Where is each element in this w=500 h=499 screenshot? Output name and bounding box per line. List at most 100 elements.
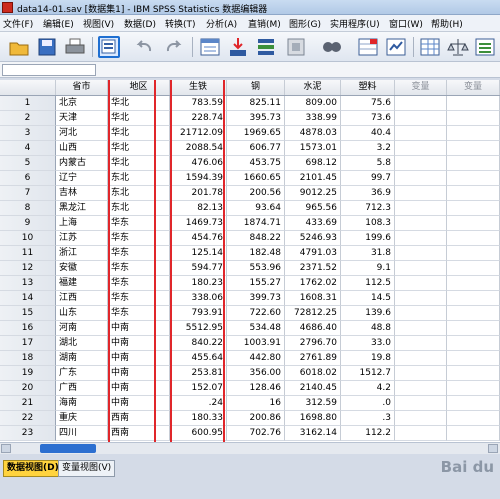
table-cell[interactable]: 华东: [108, 246, 170, 261]
table-cell[interactable]: 476.06: [170, 156, 227, 171]
table-cell[interactable]: 442.80: [227, 351, 285, 366]
table-cell[interactable]: 14.5: [341, 291, 395, 306]
empty-cell[interactable]: [395, 396, 447, 411]
row-number[interactable]: 16: [0, 321, 56, 336]
row-number[interactable]: 13: [0, 276, 56, 291]
table-cell[interactable]: 5246.93: [285, 231, 341, 246]
save-icon[interactable]: [36, 36, 58, 58]
empty-cell[interactable]: [395, 381, 447, 396]
column-header[interactable]: 省市: [56, 80, 108, 95]
table-cell[interactable]: 356.00: [227, 366, 285, 381]
menu-transform[interactable]: 转换(T): [165, 17, 196, 30]
table-cell[interactable]: 2371.52: [285, 261, 341, 276]
empty-cell[interactable]: [447, 306, 500, 321]
empty-cell[interactable]: [447, 381, 500, 396]
menu-graphs[interactable]: 图形(G): [289, 17, 321, 30]
table-cell[interactable]: 湖北: [56, 336, 108, 351]
empty-cell[interactable]: [447, 351, 500, 366]
table-cell[interactable]: 606.77: [227, 141, 285, 156]
row-number[interactable]: 14: [0, 291, 56, 306]
table-cell[interactable]: 上海: [56, 216, 108, 231]
empty-cell[interactable]: [447, 291, 500, 306]
row-number[interactable]: 21: [0, 396, 56, 411]
table-cell[interactable]: 825.11: [227, 96, 285, 111]
table-cell[interactable]: 河北: [56, 126, 108, 141]
empty-cell[interactable]: [447, 261, 500, 276]
table-cell[interactable]: 华东: [108, 306, 170, 321]
empty-cell[interactable]: [395, 201, 447, 216]
table-cell[interactable]: .24: [170, 396, 227, 411]
table-cell[interactable]: 395.73: [227, 111, 285, 126]
table-cell[interactable]: 1469.73: [170, 216, 227, 231]
table-cell[interactable]: 东北: [108, 201, 170, 216]
table-cell[interactable]: 2101.45: [285, 171, 341, 186]
table-cell[interactable]: 82.13: [170, 201, 227, 216]
table-cell[interactable]: 山东: [56, 306, 108, 321]
table-cell[interactable]: 中南: [108, 381, 170, 396]
table-cell[interactable]: 182.48: [227, 246, 285, 261]
table-cell[interactable]: .3: [341, 411, 395, 426]
undo-icon[interactable]: [134, 36, 156, 58]
table-cell[interactable]: 21712.09: [170, 126, 227, 141]
row-number[interactable]: 7: [0, 186, 56, 201]
table-cell[interactable]: 1003.91: [227, 336, 285, 351]
table-cell[interactable]: 33.0: [341, 336, 395, 351]
table-cell[interactable]: 553.96: [227, 261, 285, 276]
empty-cell[interactable]: [395, 411, 447, 426]
table-cell[interactable]: 2796.70: [285, 336, 341, 351]
empty-cell[interactable]: [447, 156, 500, 171]
empty-cell[interactable]: [447, 231, 500, 246]
row-number[interactable]: 20: [0, 381, 56, 396]
empty-cell[interactable]: [395, 291, 447, 306]
table-cell[interactable]: 湖南: [56, 351, 108, 366]
table-cell[interactable]: 中南: [108, 396, 170, 411]
row-number[interactable]: 18: [0, 351, 56, 366]
table-cell[interactable]: 6018.02: [285, 366, 341, 381]
table-cell[interactable]: 72812.25: [285, 306, 341, 321]
table-cell[interactable]: 海南: [56, 396, 108, 411]
table-cell[interactable]: 848.22: [227, 231, 285, 246]
table-cell[interactable]: 北京: [56, 96, 108, 111]
empty-cell[interactable]: [447, 396, 500, 411]
table-cell[interactable]: 3162.14: [285, 426, 341, 441]
table-cell[interactable]: 200.56: [227, 186, 285, 201]
empty-cell[interactable]: [395, 306, 447, 321]
table-cell[interactable]: 黑龙江: [56, 201, 108, 216]
find-icon[interactable]: [321, 36, 343, 58]
table-cell[interactable]: 312.59: [285, 396, 341, 411]
table-cell[interactable]: 201.78: [170, 186, 227, 201]
empty-cell[interactable]: [447, 171, 500, 186]
table-cell[interactable]: 4878.03: [285, 126, 341, 141]
table-cell[interactable]: 399.73: [227, 291, 285, 306]
table-cell[interactable]: 712.3: [341, 201, 395, 216]
row-number[interactable]: 17: [0, 336, 56, 351]
table-cell[interactable]: 108.3: [341, 216, 395, 231]
table-cell[interactable]: 中南: [108, 336, 170, 351]
table-cell[interactable]: 9012.25: [285, 186, 341, 201]
table-cell[interactable]: 965.56: [285, 201, 341, 216]
column-header[interactable]: 塑料: [341, 80, 395, 95]
table-cell[interactable]: 重庆: [56, 411, 108, 426]
table-cell[interactable]: 华北: [108, 96, 170, 111]
table-cell[interactable]: 155.27: [227, 276, 285, 291]
table-cell[interactable]: 93.64: [227, 201, 285, 216]
table-cell[interactable]: 2088.54: [170, 141, 227, 156]
table-cell[interactable]: 中南: [108, 321, 170, 336]
empty-cell[interactable]: [447, 96, 500, 111]
table-cell[interactable]: 1698.80: [285, 411, 341, 426]
row-number[interactable]: 23: [0, 426, 56, 441]
table-cell[interactable]: 河南: [56, 321, 108, 336]
row-number[interactable]: 22: [0, 411, 56, 426]
scroll-left-arrow-icon[interactable]: [1, 444, 11, 453]
empty-cell[interactable]: [395, 126, 447, 141]
table-cell[interactable]: 江苏: [56, 231, 108, 246]
empty-cell[interactable]: [395, 171, 447, 186]
table-cell[interactable]: 4791.03: [285, 246, 341, 261]
menu-direct-marketing[interactable]: 直销(M): [248, 17, 281, 30]
table-cell[interactable]: 433.69: [285, 216, 341, 231]
row-number[interactable]: 1: [0, 96, 56, 111]
empty-cell[interactable]: [395, 426, 447, 441]
table-cell[interactable]: 西南: [108, 426, 170, 441]
row-number[interactable]: 4: [0, 141, 56, 156]
empty-cell[interactable]: [395, 186, 447, 201]
